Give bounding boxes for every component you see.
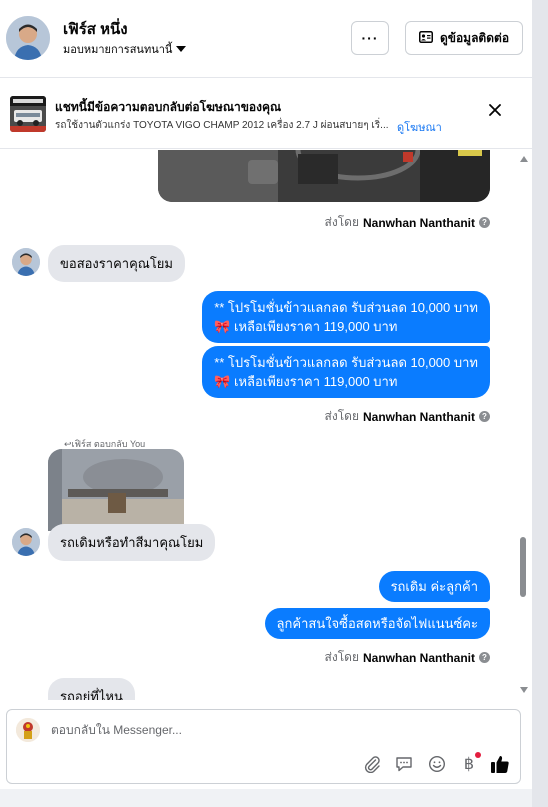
ribbon-icon: 🎀 <box>214 319 231 334</box>
contact-name: เฟิร์ส หนึ่ง <box>63 21 128 38</box>
thumbs-up-icon[interactable] <box>489 753 511 775</box>
view-contact-button[interactable]: ดูข้อมูลติดต่อ <box>405 21 523 55</box>
reply-input[interactable] <box>51 723 491 737</box>
reply-arrow-icon: ↩ <box>64 439 72 449</box>
paperclip-icon[interactable] <box>361 753 383 775</box>
sent-by-label: ส่งโดย Nanwhan Nanthanit ? <box>325 648 490 667</box>
notification-dot <box>475 752 481 758</box>
ad-thumbnail[interactable] <box>10 96 46 132</box>
contact-avatar[interactable] <box>6 16 50 60</box>
scrollbar-thumb[interactable] <box>520 537 526 597</box>
footer-bar <box>0 789 532 807</box>
conversation-panel: เฟิร์ส หนึ่ง มอบหมายการสนทนานี้ ··· ดูข้… <box>0 0 532 807</box>
sent-by-label: ส่งโดย Nanwhan Nanthanit ? <box>325 213 490 232</box>
page-avatar <box>16 718 40 742</box>
smiley-icon[interactable] <box>426 753 448 775</box>
chat-bubble-icon[interactable] <box>393 753 415 775</box>
promo-line-2: เหลือเพียงราคา 119,000 บาท <box>234 374 398 389</box>
side-divider <box>532 0 548 807</box>
scroll-up-arrow-icon[interactable] <box>520 156 528 162</box>
outgoing-message[interactable]: ** โปรโมชั่นข้าวแลกลด รับส่วนลด 10,000 บ… <box>202 346 490 398</box>
close-banner-icon[interactable] <box>489 103 501 121</box>
caret-down-icon <box>176 46 187 52</box>
outgoing-message[interactable]: ** โปรโมชั่นข้าวแลกลด รับส่วนลด 10,000 บ… <box>202 291 490 343</box>
ad-banner-subtitle: รถใช้งานตัวแกร่ง TOYOTA VIGO CHAMP 2012 … <box>55 120 389 131</box>
scroll-down-arrow-icon[interactable] <box>520 687 528 693</box>
ad-reply-banner: แชทนี้มีข้อความตอบกลับต่อโฆษณาของคุณ รถใ… <box>0 79 532 149</box>
contact-avatar-small[interactable] <box>12 528 40 556</box>
message-scrollbar[interactable] <box>518 150 528 700</box>
view-contact-label: ดูข้อมูลติดต่อ <box>439 30 510 45</box>
incoming-message[interactable]: ขอสองราคาคุณโยม <box>48 245 185 282</box>
reply-composer: ฿ <box>6 709 521 784</box>
message-list[interactable]: ส่งโดย Nanwhan Nanthanit ? ขอสองราคาคุณโ… <box>0 150 532 700</box>
contact-card-icon <box>418 30 433 46</box>
view-ad-link[interactable]: ดูโฆษณา <box>397 118 442 136</box>
incoming-message[interactable]: รถเดิมหรือทำสีมาคุณโยม <box>48 524 216 561</box>
help-icon[interactable]: ? <box>479 217 490 228</box>
outgoing-message[interactable]: รถเดิม ค่ะลูกค้า <box>378 571 490 602</box>
ad-banner-title: แชทนี้มีข้อความตอบกลับต่อโฆษณาของคุณ <box>55 100 282 114</box>
outgoing-message[interactable]: ลูกค้าสนใจซื้อสดหรือจัดไฟแนนซ์คะ <box>264 608 490 639</box>
replied-photo[interactable] <box>48 449 184 531</box>
assign-conversation-dropdown[interactable]: มอบหมายการสนทนานี้ <box>63 40 187 58</box>
sender-name: Nanwhan Nanthanit <box>362 215 475 230</box>
sender-name: Nanwhan Nanthanit <box>362 409 475 424</box>
ribbon-icon: 🎀 <box>214 374 231 389</box>
incoming-message[interactable]: รถอยู่ที่ไหน <box>48 678 135 700</box>
contact-avatar-small[interactable] <box>12 248 40 276</box>
help-icon[interactable]: ? <box>479 411 490 422</box>
promo-line-1: ** โปรโมชั่นข้าวแลกลด รับส่วนลด 10,000 บ… <box>214 300 478 315</box>
sent-by-label: ส่งโดย Nanwhan Nanthanit ? <box>325 407 490 426</box>
promo-line-1: ** โปรโมชั่นข้าวแลกลด รับส่วนลด 10,000 บ… <box>214 355 478 370</box>
help-icon[interactable]: ? <box>479 652 490 663</box>
sender-name: Nanwhan Nanthanit <box>362 650 475 665</box>
conversation-header: เฟิร์ส หนึ่ง มอบหมายการสนทนานี้ ··· ดูข้… <box>0 0 532 78</box>
promo-line-2: เหลือเพียงราคา 119,000 บาท <box>234 319 398 334</box>
more-options-button[interactable]: ··· <box>351 21 389 55</box>
sent-photo[interactable] <box>158 150 490 202</box>
assign-label: มอบหมายการสนทนานี้ <box>63 44 173 56</box>
